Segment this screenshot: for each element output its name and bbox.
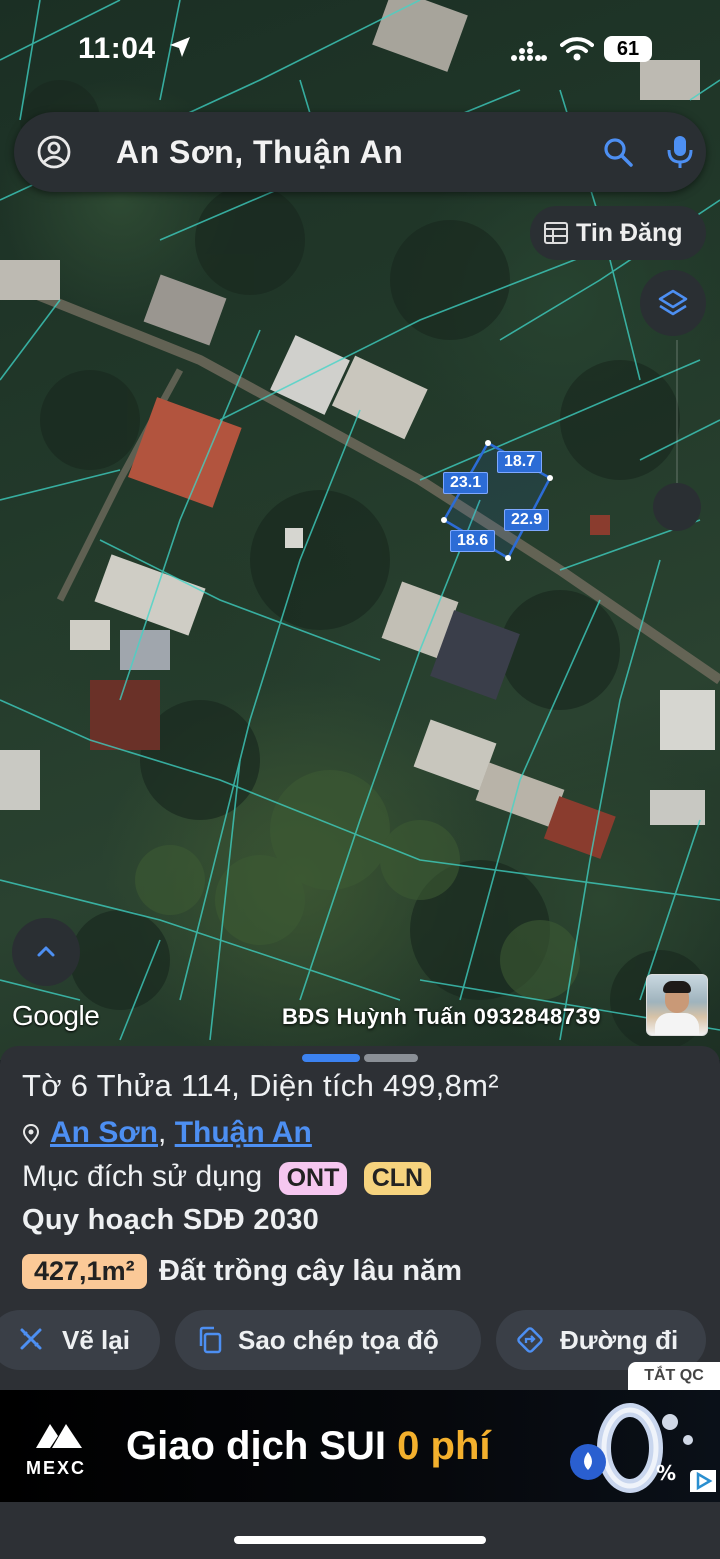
google-logo: Google: [12, 1000, 100, 1031]
watermark-text: BĐS Huỳnh Tuấn 0932848739: [282, 1004, 601, 1029]
ad-banner[interactable]: MEXC Giao dịch SUI 0 phí %: [0, 1390, 720, 1502]
parcel-dimension-left: 23.1: [443, 472, 489, 494]
directions-icon: [517, 1327, 543, 1353]
search-input[interactable]: An Sơn, Thuận An: [116, 134, 403, 171]
status-bar: 11:04 61: [0, 0, 720, 100]
home-area: [0, 1502, 720, 1559]
expand-up-button[interactable]: [12, 918, 80, 986]
search-bar[interactable]: An Sơn, Thuận An: [14, 112, 706, 192]
copy-coordinates-label: Sao chép tọa độ: [238, 1325, 439, 1355]
wifi-icon: [560, 37, 594, 61]
home-indicator[interactable]: [234, 1536, 486, 1544]
zoom-slider-handle[interactable]: [653, 483, 701, 531]
district-link[interactable]: Thuận An: [175, 1116, 312, 1149]
parcel-dimension-top: 18.7: [497, 451, 543, 473]
location-arrow-icon: [170, 37, 190, 57]
avatar[interactable]: [646, 974, 708, 1036]
ruler-pencil-icon: [20, 1328, 42, 1350]
ad-brand: MEXC: [26, 1458, 87, 1478]
microphone-icon[interactable]: [666, 134, 694, 170]
layers-icon: [658, 289, 688, 316]
search-icon[interactable]: [602, 136, 634, 168]
location-pin-icon: [22, 1124, 40, 1145]
listings-button-label: Tin Đăng: [576, 219, 683, 247]
close-ads-button[interactable]: TẮT QC: [628, 1362, 720, 1390]
parcel-title: Tờ 6 Thửa 114, Diện tích 499,8m²: [22, 1068, 499, 1103]
redraw-button-label: Vẽ lại: [62, 1325, 130, 1355]
planning-heading: Quy hoạch SDĐ 2030: [22, 1204, 320, 1236]
planning-area-badge: 427,1m²: [22, 1254, 147, 1289]
redraw-button[interactable]: Vẽ lại: [0, 1310, 160, 1370]
layers-button[interactable]: [640, 270, 706, 336]
ad-headline: Giao dịch SUI 0 phí: [126, 1424, 491, 1468]
battery-level: 61: [604, 36, 652, 62]
commune-link[interactable]: An Sơn: [50, 1116, 158, 1149]
status-time: 11:04: [78, 32, 156, 65]
planning-area-row: 427,1m² Đất trồng cây lâu năm: [22, 1254, 462, 1289]
account-icon[interactable]: [36, 134, 72, 170]
parcel-dimension-bottom: 18.6: [450, 530, 496, 552]
land-code-badge-cln: CLN: [363, 1161, 432, 1195]
parcel-location: An Sơn, Thuận An: [22, 1116, 312, 1150]
cellular-signal-icon: [511, 41, 547, 61]
sheet-page-indicator[interactable]: [364, 1054, 418, 1062]
chevron-up-icon: [37, 946, 55, 957]
svg-text:%: %: [656, 1461, 676, 1485]
table-icon: [544, 222, 568, 244]
land-use-purpose: Mục đích sử dụng ONT CLN: [22, 1160, 432, 1195]
sheet-page-indicator-active[interactable]: [302, 1054, 360, 1062]
land-code-badge-ont: ONT: [278, 1161, 348, 1195]
zoom-track: [676, 340, 678, 490]
listings-button[interactable]: Tin Đăng: [530, 206, 706, 260]
directions-button[interactable]: Đường đi: [496, 1310, 706, 1370]
planning-land-type: Đất trồng cây lâu năm: [159, 1255, 462, 1287]
purpose-label: Mục đích sử dụng: [22, 1160, 263, 1193]
parcel-dimension-right: 22.9: [504, 509, 550, 531]
directions-label: Đường đi: [560, 1325, 679, 1355]
copy-coordinates-button[interactable]: Sao chép tọa độ: [175, 1310, 481, 1370]
mexc-logo-icon: [36, 1424, 82, 1448]
ad-choices-icon[interactable]: [690, 1470, 716, 1492]
copy-icon: [199, 1326, 222, 1354]
ad-zero-percent-graphic: %: [570, 1403, 693, 1493]
